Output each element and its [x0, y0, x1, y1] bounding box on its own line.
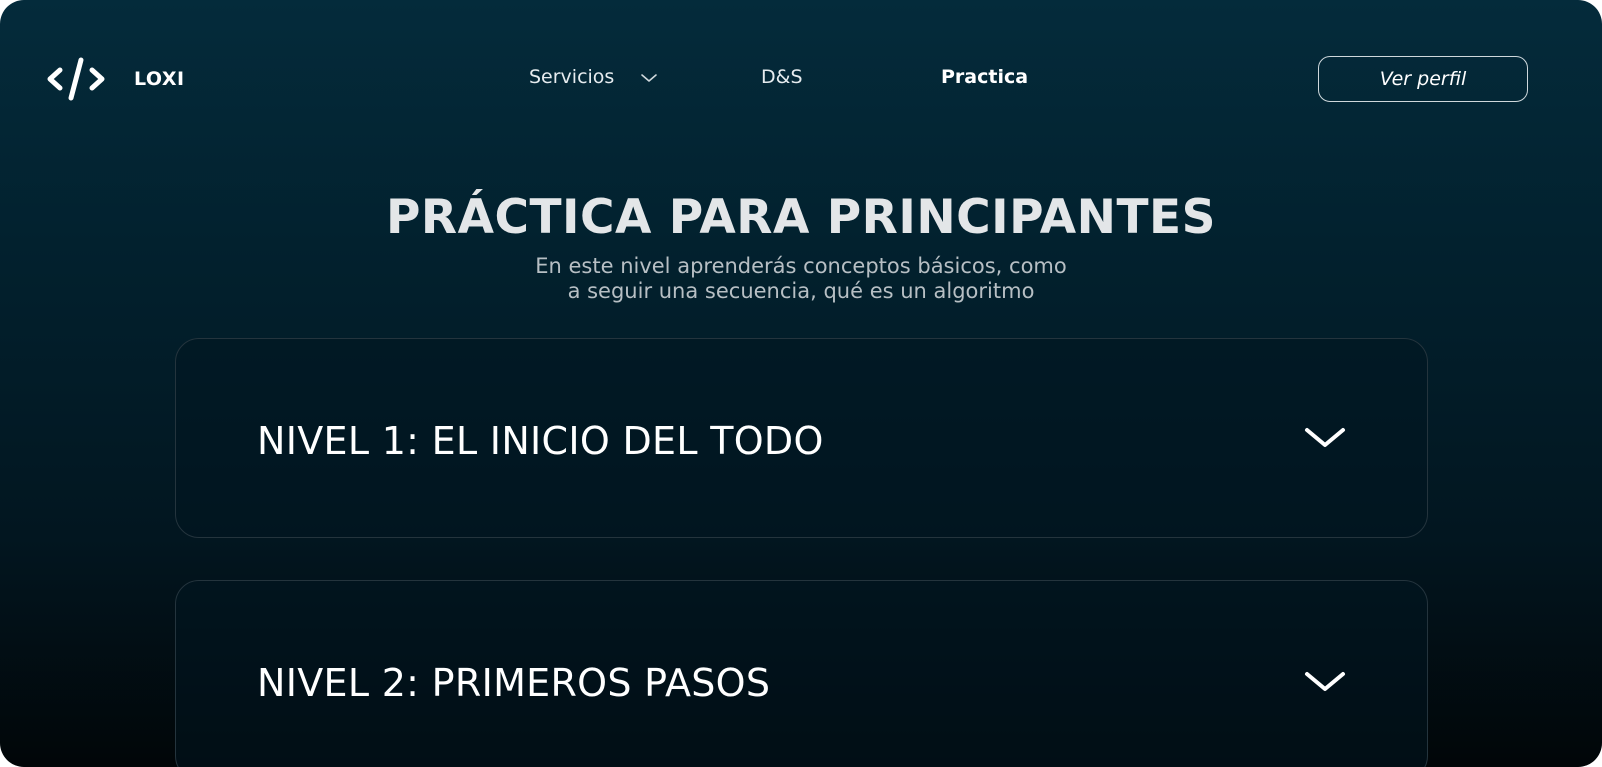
- code-brackets-icon[interactable]: [46, 56, 106, 102]
- nav-ds[interactable]: D&S: [761, 66, 803, 88]
- level-title: NIVEL 1: EL INICIO DEL TODO: [257, 419, 824, 463]
- page-title: PRÁCTICA PARA PRINCIPANTES: [385, 190, 1216, 245]
- ver-perfil-button[interactable]: Ver perfil: [1318, 56, 1528, 102]
- chevron-down-icon[interactable]: [1303, 669, 1347, 695]
- level-card-2[interactable]: NIVEL 2: PRIMEROS PASOS: [175, 580, 1428, 767]
- chevron-down-icon[interactable]: [640, 72, 658, 84]
- nav-servicios[interactable]: Servicios: [529, 66, 614, 88]
- page: LOXI Servicios D&S Practica Ver perfil P…: [0, 0, 1602, 767]
- subtitle-line-1: En este nivel aprenderás conceptos básic…: [535, 254, 1067, 278]
- brand-name[interactable]: LOXI: [134, 68, 185, 90]
- subtitle-line-2: a seguir una secuencia, qué es un algori…: [567, 279, 1035, 303]
- level-card-1[interactable]: NIVEL 1: EL INICIO DEL TODO: [175, 338, 1428, 538]
- nav-practica[interactable]: Practica: [941, 66, 1028, 88]
- chevron-down-icon[interactable]: [1303, 425, 1347, 451]
- page-subtitle: En este nivel aprenderás conceptos básic…: [0, 254, 1602, 304]
- level-title: NIVEL 2: PRIMEROS PASOS: [257, 661, 771, 705]
